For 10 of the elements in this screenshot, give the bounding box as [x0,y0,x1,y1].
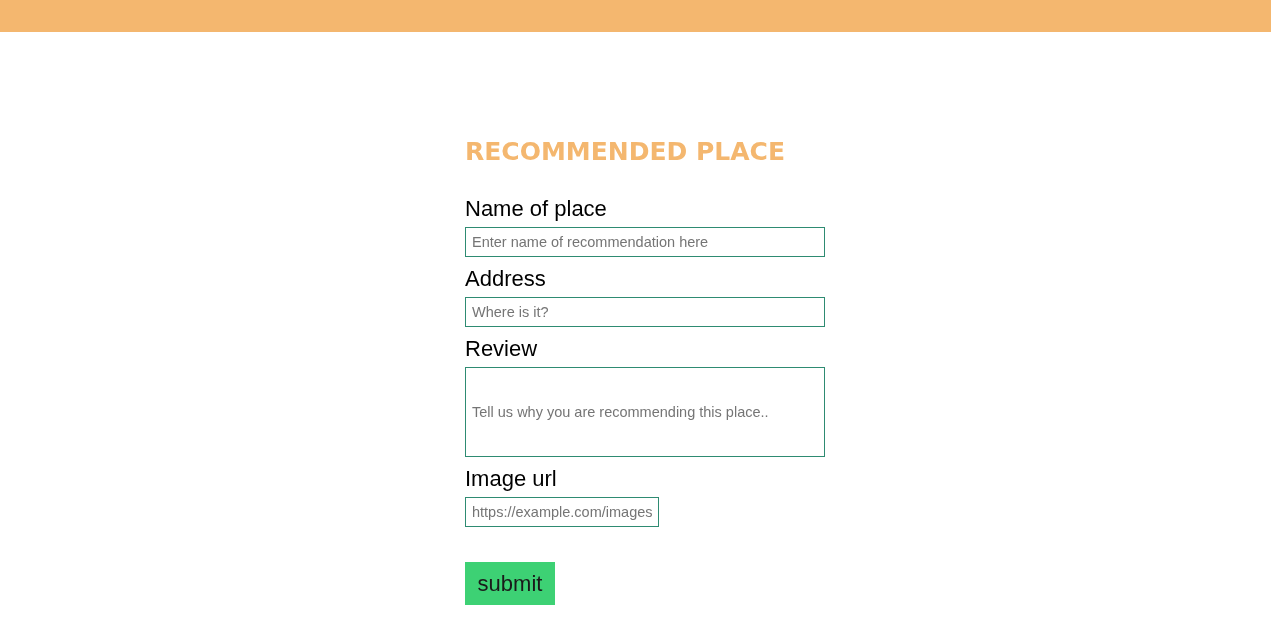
input-field[interactable]: Enter name of recommendation here [465,227,825,257]
input-field[interactable]: Tell us why you are recommending this place.. [465,367,825,457]
input-field[interactable]: https://example.com/images [465,497,659,527]
field-label: Name of place [465,195,607,223]
input-field[interactable]: Where is it? [465,297,825,327]
field-label: Address [465,265,546,293]
form-title: RECOMMENDED PLACE [465,136,785,168]
field-label: Image url [465,465,557,493]
submit-button[interactable]: submit [465,562,555,605]
field-label: Review [465,335,538,363]
